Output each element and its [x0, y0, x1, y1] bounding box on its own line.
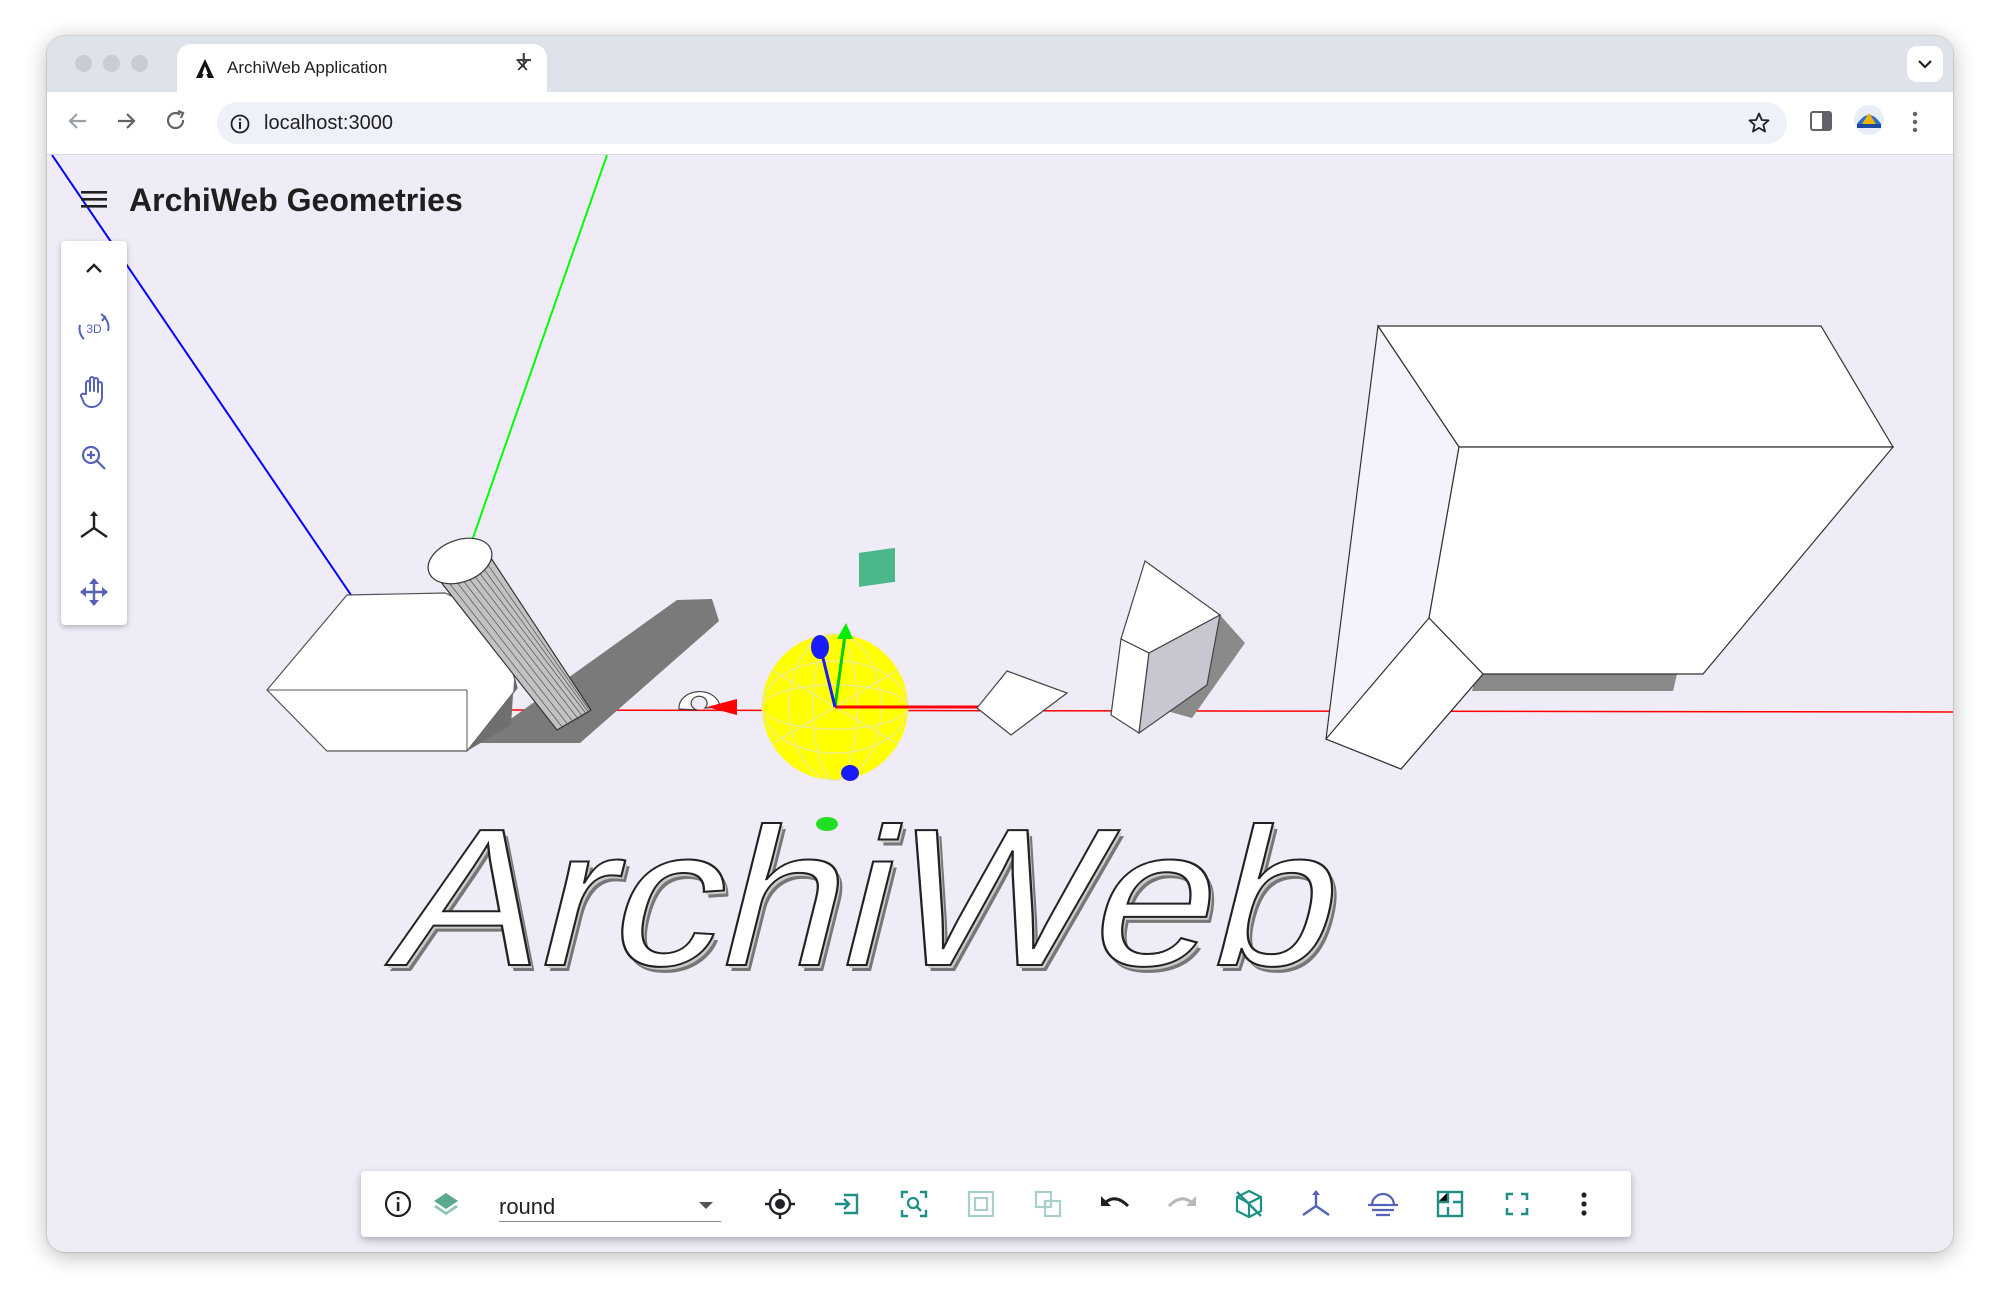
axes-icon — [80, 511, 108, 538]
side-panel-icon[interactable] — [1809, 110, 1833, 137]
more-options-button[interactable] — [1561, 1181, 1607, 1227]
window-close-dot[interactable] — [75, 55, 92, 72]
axes-button[interactable] — [61, 499, 127, 553]
window-minimize-dot[interactable] — [103, 55, 120, 72]
layers-icon — [434, 1193, 458, 1215]
ungroup-button[interactable] — [1025, 1181, 1071, 1227]
forward-button[interactable] — [113, 108, 139, 139]
import-icon — [835, 1193, 859, 1215]
hamburger-menu-icon[interactable] — [80, 188, 108, 215]
layer-select[interactable]: round — [499, 1185, 721, 1222]
dropdown-arrow-icon — [699, 1202, 713, 1209]
svg-text:3D: 3D — [86, 322, 102, 336]
reload-button[interactable] — [163, 108, 189, 139]
prism-shape — [1110, 560, 1222, 735]
zoom-button[interactable] — [61, 431, 127, 485]
redo-button[interactable] — [1159, 1181, 1205, 1227]
zoom-fit-icon — [900, 1190, 928, 1218]
fullscreen-button[interactable] — [1494, 1181, 1540, 1227]
import-button[interactable] — [824, 1181, 870, 1227]
browser-window: ArchiWeb Application × + localhost:3000 — [47, 36, 1953, 1252]
zoom-icon — [81, 445, 106, 470]
archiweb-favicon-icon — [195, 58, 215, 85]
hide-object-button[interactable] — [1226, 1181, 1272, 1227]
floorplan-icon — [1436, 1190, 1464, 1218]
pan-button[interactable] — [61, 365, 127, 419]
l-block-shape — [1325, 324, 1895, 770]
scene-text-label: ArchiWeb — [374, 789, 1369, 1008]
pan-hand-icon — [80, 376, 103, 408]
reload-icon — [166, 109, 185, 130]
tab-search-button[interactable] — [1907, 46, 1943, 82]
arrow-right-icon — [118, 113, 136, 129]
more-vert-icon — [1581, 1192, 1587, 1216]
redo-icon — [1167, 1196, 1196, 1208]
zoom-fit-button[interactable] — [891, 1181, 937, 1227]
info-icon — [384, 1190, 412, 1218]
orbit-3d-icon: 3D — [78, 313, 110, 340]
pyramid-shape — [976, 670, 1069, 736]
locate-button[interactable] — [757, 1181, 803, 1227]
arrow-left-icon — [68, 113, 86, 129]
group-icon — [967, 1190, 995, 1218]
chevron-up-icon — [86, 263, 102, 273]
tab-archiweb[interactable]: ArchiWeb Application × — [177, 44, 547, 92]
new-tab-button[interactable]: + — [515, 44, 533, 78]
bookmark-star-icon[interactable] — [1747, 111, 1771, 140]
section-plane-button[interactable] — [1360, 1181, 1406, 1227]
orbit-3d-button[interactable]: 3D — [61, 301, 127, 355]
tab-title: ArchiWeb Application — [227, 58, 388, 77]
app-viewport[interactable]: ArchiWeb ArchiWeb ArchiWeb ArchiWeb Geom… — [47, 155, 1953, 1252]
layer-select-value: round — [499, 1194, 556, 1219]
move-icon — [80, 578, 108, 606]
back-button[interactable] — [65, 108, 91, 139]
browser-toolbar: localhost:3000 — [47, 92, 1953, 155]
profile-avatar[interactable] — [1853, 104, 1885, 141]
url-text[interactable]: localhost:3000 — [264, 112, 393, 135]
undo-icon — [1101, 1196, 1130, 1208]
move-button[interactable] — [61, 565, 127, 619]
app-title: ArchiWeb Geometries — [129, 182, 463, 218]
bottom-toolbar: round — [361, 1171, 1631, 1237]
site-info-icon[interactable] — [229, 113, 251, 140]
undo-button[interactable] — [1092, 1181, 1138, 1227]
browser-menu-icon[interactable] — [1911, 110, 1919, 139]
archiweb-3d-text: ArchiWeb ArchiWeb ArchiWeb — [373, 788, 1373, 1014]
section-plane-icon — [1368, 1192, 1398, 1217]
target-icon — [765, 1189, 795, 1219]
y-axis-line — [453, 155, 608, 593]
floorplan-button[interactable] — [1427, 1181, 1473, 1227]
collapse-toolbar-button[interactable] — [61, 241, 127, 295]
chevron-down-icon — [1918, 60, 1932, 69]
block-shadow — [1472, 674, 1677, 691]
info-button[interactable] — [375, 1181, 421, 1227]
window-zoom-dot[interactable] — [131, 55, 148, 72]
axes-icon — [1302, 1190, 1330, 1216]
hide-box-icon — [1235, 1189, 1263, 1219]
address-bar[interactable]: localhost:3000 — [217, 102, 1787, 144]
sphere-shape — [761, 547, 909, 781]
ungroup-icon — [1034, 1190, 1062, 1218]
axes-toggle-button[interactable] — [1293, 1181, 1339, 1227]
fullscreen-icon — [1505, 1192, 1529, 1216]
layers-button[interactable] — [423, 1181, 469, 1227]
group-button[interactable] — [958, 1181, 1004, 1227]
view-toolbar: 3D — [61, 241, 127, 625]
tab-strip: ArchiWeb Application × + — [47, 36, 1953, 92]
x-axis-line — [494, 709, 1953, 713]
scene-3d-canvas[interactable]: ArchiWeb ArchiWeb ArchiWeb — [47, 155, 1953, 1252]
